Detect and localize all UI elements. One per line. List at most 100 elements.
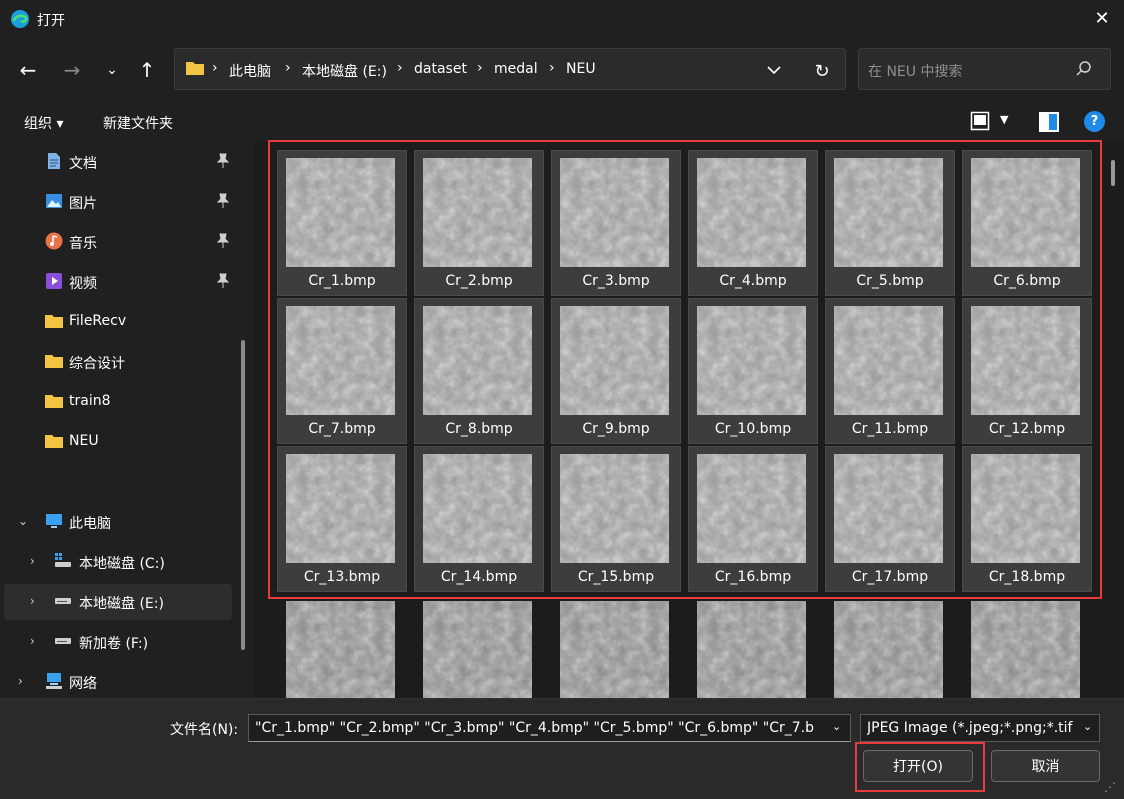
sidebar-item-drive-e[interactable]: › 本地磁盘 (E:) (4, 584, 232, 620)
image-thumbnail[interactable] (697, 601, 806, 698)
image-thumbnail (423, 306, 532, 415)
file-tile[interactable]: Cr_7.bmp (277, 298, 407, 444)
file-name: Cr_9.bmp (582, 421, 650, 437)
filetype-value[interactable]: JPEG Image (*.jpeg;*.png;*.tif (867, 720, 1079, 736)
title-bar (0, 0, 1124, 38)
file-tile[interactable]: Cr_1.bmp (277, 150, 407, 296)
image-thumbnail[interactable] (560, 601, 669, 698)
breadcrumb-separator: › (477, 60, 483, 76)
file-tile[interactable]: Cr_2.bmp (414, 150, 544, 296)
image-thumbnail (697, 158, 806, 267)
sidebar-item-videos[interactable]: 视频 (0, 264, 232, 300)
preview-pane-icon[interactable] (1038, 111, 1060, 133)
file-tile[interactable]: Cr_17.bmp (825, 446, 955, 592)
file-tile[interactable]: Cr_8.bmp (414, 298, 544, 444)
organize-button[interactable]: 组织 ▾ (24, 113, 63, 133)
up-button[interactable]: ↑ (133, 56, 161, 84)
sidebar-item-pictures[interactable]: 图片 (0, 184, 232, 220)
file-tile[interactable]: Cr_12.bmp (962, 298, 1092, 444)
forward-button[interactable]: → (58, 56, 86, 84)
search-icon[interactable] (1075, 60, 1093, 78)
chevron-right-icon[interactable]: › (30, 594, 35, 608)
refresh-button[interactable]: ↻ (810, 59, 834, 83)
recent-locations-button[interactable]: ⌄ (98, 56, 126, 84)
image-thumbnail[interactable] (286, 601, 395, 698)
breadcrumb-neu[interactable]: NEU (566, 61, 596, 77)
sidebar-item-music[interactable]: 音乐 (0, 224, 232, 260)
breadcrumb-medal[interactable]: medal (494, 61, 538, 77)
file-tile[interactable]: Cr_5.bmp (825, 150, 955, 296)
documents-icon (48, 153, 60, 169)
help-button[interactable]: ? (1084, 111, 1105, 132)
content-scrollbar[interactable] (1111, 160, 1115, 186)
chevron-right-icon[interactable]: › (18, 674, 23, 688)
sidebar-item-this-pc[interactable]: ⌄ 此电脑 (0, 504, 232, 540)
image-thumbnail[interactable] (971, 601, 1080, 698)
chevron-down-icon[interactable]: ⌄ (1083, 720, 1092, 733)
music-icon (45, 232, 63, 250)
sidebar-item-label: 本地磁盘 (C:) (79, 556, 165, 572)
chevron-down-icon[interactable]: ⌄ (18, 514, 28, 528)
view-mode-icon[interactable] (970, 111, 990, 131)
file-tile[interactable]: Cr_15.bmp (551, 446, 681, 592)
back-button[interactable]: ← (14, 56, 42, 84)
image-thumbnail[interactable] (834, 601, 943, 698)
image-thumbnail (423, 158, 532, 267)
search-input[interactable]: 在 NEU 中搜索 (868, 61, 962, 81)
file-name: Cr_5.bmp (856, 273, 924, 289)
new-folder-button[interactable]: 新建文件夹 (103, 113, 173, 133)
open-button[interactable]: 打开(O) (863, 750, 973, 782)
file-tile[interactable]: Cr_16.bmp (688, 446, 818, 592)
breadcrumb-this-pc[interactable]: 此电脑 (229, 61, 271, 81)
file-name: Cr_3.bmp (582, 273, 650, 289)
sidebar-item-network[interactable]: › 网络 (0, 664, 232, 698)
videos-icon (46, 273, 62, 289)
sidebar-item-documents[interactable]: 文档 (0, 144, 232, 180)
file-name: Cr_17.bmp (851, 569, 929, 585)
file-tile[interactable]: Cr_4.bmp (688, 150, 818, 296)
sidebar-item-drive-f[interactable]: › 新加卷 (F:) (0, 624, 232, 660)
app-edge-icon (11, 10, 29, 28)
breadcrumb-dataset[interactable]: dataset (414, 61, 467, 77)
sidebar-item-comprehensive-design[interactable]: 综合设计 (0, 344, 232, 380)
view-dropdown-icon[interactable]: ▼ (1000, 113, 1008, 126)
file-tile[interactable]: Cr_6.bmp (962, 150, 1092, 296)
sidebar-item-label: FileRecv (69, 313, 127, 329)
sidebar-item-drive-c[interactable]: › 本地磁盘 (C:) (0, 544, 232, 580)
file-name: Cr_7.bmp (308, 421, 376, 437)
file-tile[interactable]: Cr_10.bmp (688, 298, 818, 444)
breadcrumb-drive-e[interactable]: 本地磁盘 (E:) (302, 61, 387, 81)
image-thumbnail[interactable] (423, 601, 532, 698)
resize-grip-icon[interactable]: ⋰ (1104, 780, 1116, 794)
chevron-right-icon[interactable]: › (30, 634, 35, 648)
pictures-icon (46, 194, 62, 208)
image-thumbnail (834, 306, 943, 415)
file-tile[interactable]: Cr_18.bmp (962, 446, 1092, 592)
close-button[interactable]: ✕ (1090, 6, 1114, 30)
sidebar-item-label: 文档 (69, 156, 97, 172)
sidebar-item-neu[interactable]: NEU (0, 424, 232, 460)
folder-icon (186, 62, 204, 75)
chevron-down-icon[interactable] (763, 59, 785, 81)
sidebar-item-train8[interactable]: train8 (0, 384, 232, 420)
sidebar-item-filerecv[interactable]: FileRecv (0, 304, 232, 340)
file-tile[interactable]: Cr_3.bmp (551, 150, 681, 296)
file-name: Cr_2.bmp (445, 273, 513, 289)
image-thumbnail (560, 306, 669, 415)
file-tile[interactable]: Cr_14.bmp (414, 446, 544, 592)
image-thumbnail (423, 454, 532, 563)
sidebar-scrollbar[interactable] (241, 340, 245, 650)
pin-icon (216, 233, 230, 248)
chevron-right-icon[interactable]: › (30, 554, 35, 568)
file-name: Cr_10.bmp (714, 421, 792, 437)
image-thumbnail (971, 306, 1080, 415)
sidebar-item-label: 视频 (69, 276, 97, 292)
breadcrumb-separator: › (549, 60, 555, 76)
filename-value[interactable]: "Cr_1.bmp" "Cr_2.bmp" "Cr_3.bmp" "Cr_4.b… (255, 720, 828, 736)
file-tile[interactable]: Cr_13.bmp (277, 446, 407, 592)
chevron-down-icon[interactable]: ⌄ (832, 720, 841, 733)
drive-icon (55, 598, 71, 604)
cancel-button[interactable]: 取消 (991, 750, 1100, 782)
file-tile[interactable]: Cr_9.bmp (551, 298, 681, 444)
file-tile[interactable]: Cr_11.bmp (825, 298, 955, 444)
